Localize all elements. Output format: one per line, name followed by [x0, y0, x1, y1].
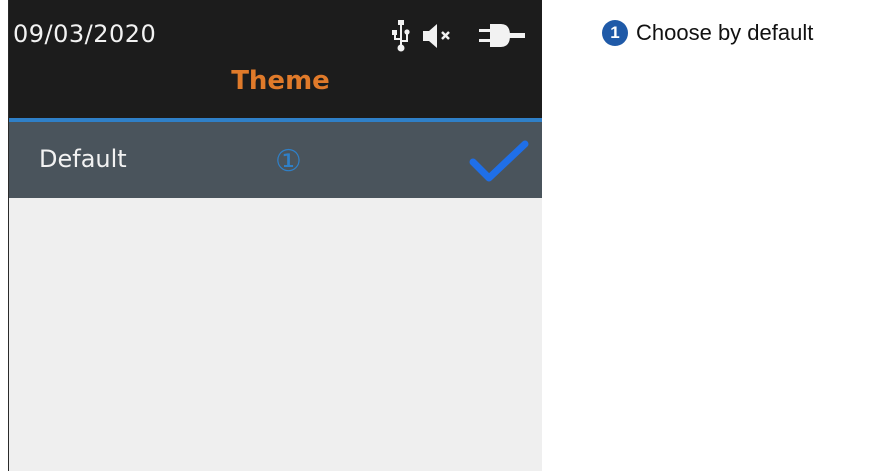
checkmark-icon: [469, 140, 529, 182]
usb-icon: [392, 20, 410, 52]
legend-number-badge: 1: [602, 20, 628, 46]
page-title: Theme: [231, 66, 330, 96]
legend-annotation: 1 Choose by default: [602, 18, 813, 48]
date-display: 09/03/2020: [13, 20, 157, 48]
device-screen: 09/03/2020 Theme Default ①: [8, 0, 542, 471]
legend-text: Choose by default: [636, 20, 814, 45]
speaker-muted-icon: [423, 24, 450, 48]
callout-marker: ①: [275, 144, 302, 179]
power-plug-icon: [479, 24, 525, 47]
header-bar: 09/03/2020 Theme: [9, 0, 542, 118]
list-item-label: Default: [39, 145, 127, 173]
list-item-default[interactable]: Default ①: [9, 122, 542, 198]
